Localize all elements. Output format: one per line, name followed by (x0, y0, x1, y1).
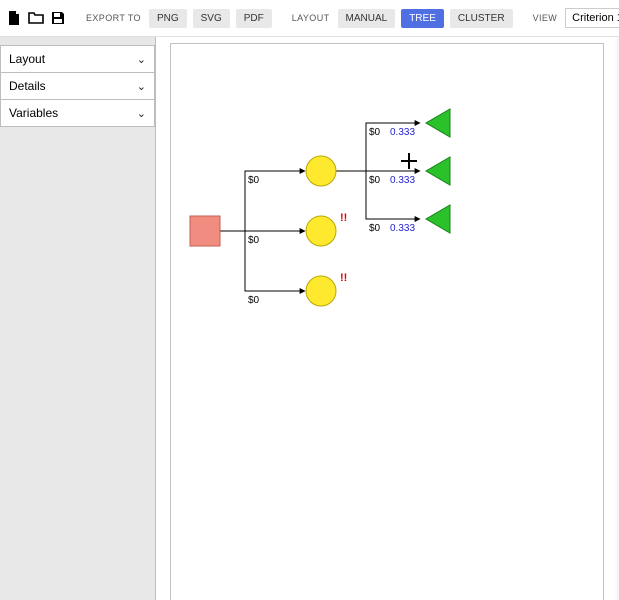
probability-label: 0.333 (390, 127, 415, 138)
edge[interactable] (215, 171, 305, 231)
view-select[interactable]: Criterion 1 ▼ (565, 8, 619, 28)
edge-label: $0 (369, 223, 381, 234)
open-folder-icon[interactable] (28, 9, 44, 27)
sidebar-panel-layout: Layout ⌄ (0, 45, 155, 73)
edge-label: $0 (248, 175, 260, 186)
export-svg-button[interactable]: SVG (193, 9, 230, 28)
sidebar-panel-details: Details ⌄ (0, 72, 155, 100)
decision-tree[interactable]: $0 $0 $0 $0 0.333 $0 0.333 $0 0.333 !! (170, 43, 602, 600)
terminal-node[interactable] (426, 205, 450, 233)
sidebar-head-variables[interactable]: Variables ⌄ (1, 100, 154, 126)
chevron-down-icon: ⌄ (137, 107, 146, 120)
body: Layout ⌄ Details ⌄ Variables ⌄ (0, 37, 619, 600)
export-label: EXPORT TO (86, 13, 141, 23)
edge-label: $0 (369, 127, 381, 138)
edge[interactable] (215, 231, 305, 291)
terminal-node[interactable] (426, 157, 450, 185)
chevron-down-icon: ⌄ (137, 53, 146, 66)
add-node-cursor[interactable] (401, 153, 417, 169)
warning-icon: !! (340, 272, 347, 284)
warning-icon: !! (340, 212, 347, 224)
edge-label: $0 (248, 295, 260, 306)
sidebar-label-layout: Layout (9, 52, 45, 66)
chevron-down-icon: ⌄ (137, 80, 146, 93)
sidebar-panel-variables: Variables ⌄ (0, 99, 155, 127)
layout-manual-button[interactable]: MANUAL (338, 9, 396, 28)
toolbar: EXPORT TO PNG SVG PDF LAYOUT MANUAL TREE… (0, 0, 619, 37)
new-file-icon[interactable] (6, 9, 22, 27)
terminal-node[interactable] (426, 109, 450, 137)
sidebar-head-layout[interactable]: Layout ⌄ (1, 46, 154, 72)
layout-label: LAYOUT (292, 13, 330, 23)
edge-label: $0 (369, 175, 381, 186)
decision-node[interactable] (190, 216, 220, 246)
save-icon[interactable] (50, 9, 66, 27)
view-label: VIEW (533, 13, 558, 23)
canvas[interactable]: $0 $0 $0 $0 0.333 $0 0.333 $0 0.333 !! (156, 37, 619, 600)
probability-label: 0.333 (390, 223, 415, 234)
sidebar: Layout ⌄ Details ⌄ Variables ⌄ (0, 37, 156, 600)
sidebar-label-variables: Variables (9, 106, 58, 120)
probability-label: 0.333 (390, 175, 415, 186)
view-select-value: Criterion 1 (572, 12, 619, 24)
edge-label: $0 (248, 235, 260, 246)
layout-tree-button[interactable]: TREE (401, 9, 444, 28)
export-pdf-button[interactable]: PDF (236, 9, 272, 28)
sidebar-head-details[interactable]: Details ⌄ (1, 73, 154, 99)
sidebar-label-details: Details (9, 79, 46, 93)
layout-cluster-button[interactable]: CLUSTER (450, 9, 513, 28)
export-png-button[interactable]: PNG (149, 9, 187, 28)
